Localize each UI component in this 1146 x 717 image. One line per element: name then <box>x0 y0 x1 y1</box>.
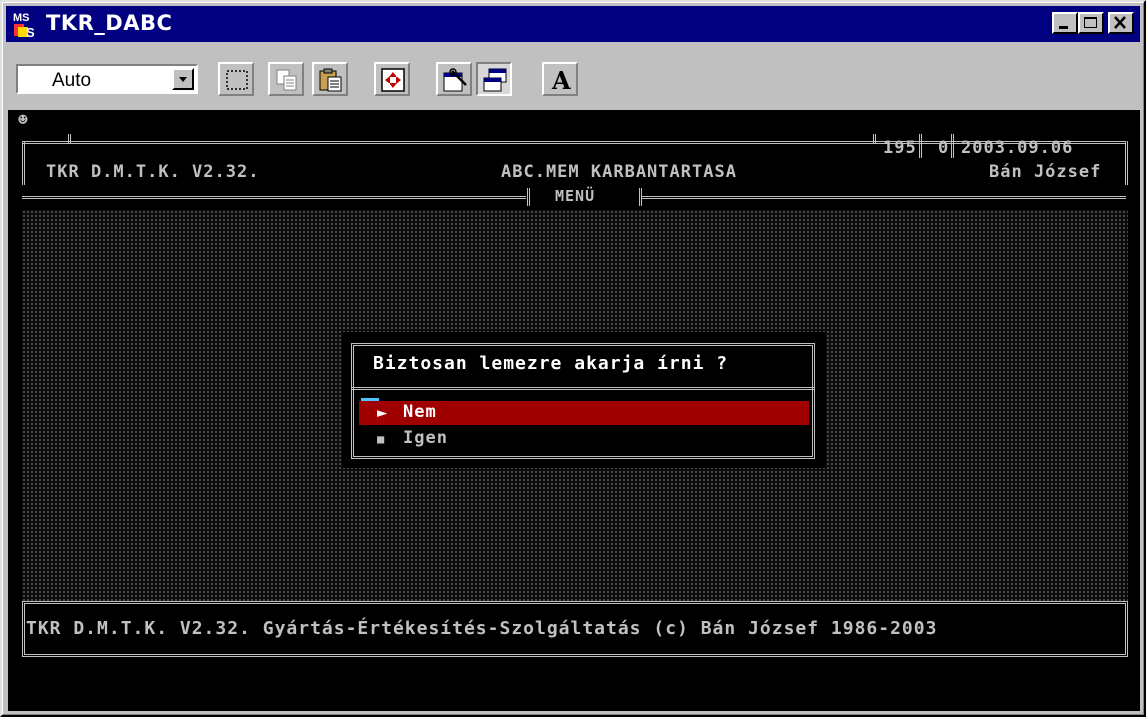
close-icon <box>1114 16 1126 29</box>
maximize-button[interactable] <box>1078 12 1104 34</box>
paste-icon <box>319 68 342 92</box>
fullscreen-icon <box>381 68 405 92</box>
minimize-icon <box>1059 26 1068 29</box>
properties-icon <box>443 68 467 92</box>
copy-icon <box>276 69 297 91</box>
confirm-dialog: Biztosan lemezre akarja írni ? ► Nem ■ I… <box>345 335 823 465</box>
svg-text:MS: MS <box>13 12 30 24</box>
title-bar[interactable]: MS S TKR_DABC <box>6 6 1140 42</box>
toolbar: Auto A <box>6 50 1140 108</box>
svg-text:S: S <box>26 25 35 38</box>
text-cursor <box>361 398 379 401</box>
field-number: 195 <box>883 138 917 158</box>
copy-button[interactable] <box>268 62 304 96</box>
footer-text: TKR D.M.T.K. V2.32. Gyártás-Értékesítés-… <box>26 618 938 639</box>
minimize-button[interactable] <box>1052 12 1078 34</box>
field-zero: 0 <box>938 138 950 158</box>
app-window: MS S TKR_DABC Auto A ☻ TKR D.M.T.K. V2.3… <box>0 0 1146 717</box>
screen-title: ABC.MEM KARBANTARTASA <box>501 162 737 182</box>
smiley-icon: ☻ <box>18 110 28 129</box>
background-icon <box>483 68 507 92</box>
font-size-value: Auto <box>52 70 92 91</box>
option-nem-marker: ► <box>377 403 389 423</box>
mark-icon <box>226 70 248 90</box>
maximize-icon <box>1084 17 1097 28</box>
chevron-down-icon <box>179 77 187 82</box>
dialog-question: Biztosan lemezre akarja írni ? <box>373 353 729 374</box>
header-date: 2003.09.06 <box>961 138 1074 158</box>
font-size-select[interactable]: Auto <box>16 64 198 94</box>
header-user: Bán József <box>989 162 1102 182</box>
option-igen-label: Igen <box>403 428 448 448</box>
option-igen[interactable]: ■ Igen <box>359 427 809 451</box>
font-button-label: A <box>552 66 571 95</box>
console-screen[interactable]: ☻ TKR D.M.T.K. V2.32. ABC.MEM KARBANTART… <box>8 110 1140 711</box>
fullscreen-button[interactable] <box>374 62 410 96</box>
paste-button[interactable] <box>312 62 348 96</box>
ms-dos-icon: MS S <box>12 10 40 38</box>
close-button[interactable] <box>1108 12 1134 34</box>
mark-button[interactable] <box>218 62 254 96</box>
window-title: TKR_DABC <box>46 11 173 35</box>
properties-button[interactable] <box>436 62 472 96</box>
font-button[interactable]: A <box>542 62 578 96</box>
background-button[interactable] <box>476 62 512 96</box>
dropdown-button[interactable] <box>172 68 194 90</box>
option-nem-label: Nem <box>403 402 437 422</box>
menu-label: MENÜ <box>555 187 596 205</box>
option-igen-marker: ■ <box>377 432 386 446</box>
option-nem[interactable]: ► Nem <box>359 401 809 425</box>
app-name: TKR D.M.T.K. V2.32. <box>46 162 260 182</box>
